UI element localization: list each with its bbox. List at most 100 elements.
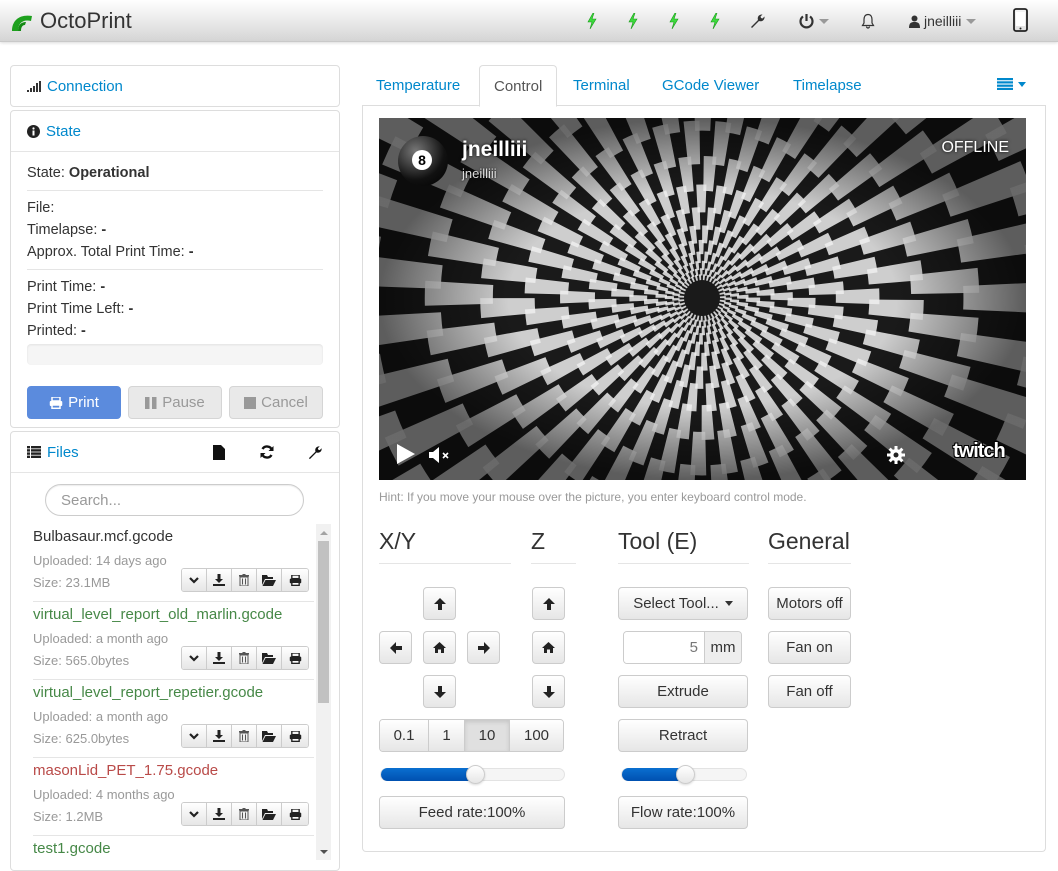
tab-control[interactable]: Control	[479, 65, 558, 107]
select-tool-dropdown[interactable]: Select Tool...	[618, 587, 748, 620]
distance-10-button[interactable]: 10	[465, 720, 510, 751]
retract-button[interactable]: Retract	[618, 719, 748, 752]
jog-z-minus-button[interactable]	[532, 675, 565, 708]
play-icon[interactable]	[397, 444, 415, 464]
jog-x-minus-button[interactable]	[379, 631, 412, 664]
z-heading: Z	[531, 528, 576, 564]
home-xy-button[interactable]	[423, 631, 456, 664]
scroll-down-arrow-icon[interactable]	[320, 850, 328, 854]
folder-open-icon[interactable]	[257, 725, 282, 747]
distance-1-button[interactable]: 1	[429, 720, 465, 751]
fan-off-button[interactable]: Fan off	[768, 675, 851, 708]
feed-rate-slider[interactable]	[380, 765, 565, 784]
flow-rate-button[interactable]: Flow rate:100%	[618, 796, 748, 829]
jog-y-plus-button[interactable]	[423, 587, 456, 620]
download-icon[interactable]	[207, 647, 232, 669]
power-status-lightning-icon[interactable]	[587, 9, 597, 33]
files-panel: Files Bulbasaur.mcf.gcode Uploaded: 14 d…	[10, 431, 340, 871]
feed-rate-slider-handle[interactable]	[466, 765, 485, 784]
new-file-icon[interactable]	[195, 444, 243, 460]
jog-z-plus-button[interactable]	[532, 587, 565, 620]
arrow-up-icon	[542, 597, 555, 610]
print-icon[interactable]	[282, 803, 308, 825]
cancel-button[interactable]: Cancel	[229, 386, 323, 419]
refresh-icon[interactable]	[243, 445, 291, 459]
power-status-lightning-icon[interactable]	[710, 9, 720, 33]
trash-icon[interactable]	[232, 569, 257, 591]
chevron-down-icon[interactable]	[182, 647, 207, 669]
file-name[interactable]: test1.gcode	[33, 840, 111, 857]
print-icon[interactable]	[282, 647, 308, 669]
extrude-button[interactable]: Extrude	[618, 675, 748, 708]
jog-y-minus-button[interactable]	[423, 675, 456, 708]
channel-subtitle: jneilliii	[462, 166, 497, 181]
file-list-item[interactable]: virtual_level_report_old_marlin.gcode Up…	[33, 602, 314, 680]
tab-gcode-viewer[interactable]: GCode Viewer	[648, 65, 773, 106]
file-list-item[interactable]: test1.gcode	[33, 836, 314, 862]
folder-open-icon[interactable]	[257, 803, 282, 825]
power-status-lightning-icon[interactable]	[628, 9, 638, 33]
motors-off-button[interactable]: Motors off	[768, 587, 851, 620]
webcam-stream[interactable]: 8 jneilliii jneilliii OFFLINE twitch	[379, 118, 1026, 480]
tabs-overflow-menu[interactable]	[997, 78, 1026, 90]
download-icon[interactable]	[207, 725, 232, 747]
file-search-input[interactable]	[45, 484, 304, 516]
chevron-down-icon[interactable]	[182, 803, 207, 825]
download-icon[interactable]	[207, 803, 232, 825]
extrude-amount-group: mm	[623, 631, 742, 664]
file-list-item[interactable]: virtual_level_report_repetier.gcode Uplo…	[33, 680, 314, 758]
state-header[interactable]: State	[11, 111, 339, 151]
wrench-icon[interactable]	[291, 445, 339, 460]
flow-rate-slider[interactable]	[621, 765, 747, 784]
fan-on-button[interactable]: Fan on	[768, 631, 851, 664]
settings-wrench-icon[interactable]	[750, 9, 766, 33]
approx-time-label: Approx. Total Print Time:	[27, 244, 185, 260]
distance-0-1-button[interactable]: 0.1	[380, 720, 429, 751]
file-list-item[interactable]: Bulbasaur.mcf.gcode Uploaded: 14 days ag…	[33, 524, 314, 602]
mute-icon[interactable]	[429, 446, 451, 464]
system-menu[interactable]	[799, 9, 829, 33]
notifications-bell-icon[interactable]	[861, 9, 875, 33]
print-icon[interactable]	[282, 569, 308, 591]
trash-icon[interactable]	[232, 803, 257, 825]
user-menu[interactable]: jneilliii	[909, 9, 977, 33]
tab-terminal[interactable]: Terminal	[559, 65, 644, 106]
file-name[interactable]: virtual_level_report_old_marlin.gcode	[33, 606, 282, 623]
gear-icon[interactable]	[887, 446, 905, 464]
extrude-amount-input[interactable]	[624, 632, 704, 663]
twitch-logo[interactable]: twitch	[953, 440, 1006, 463]
trash-icon[interactable]	[232, 647, 257, 669]
tab-timelapse[interactable]: Timelapse	[779, 65, 876, 106]
scroll-up-arrow-icon[interactable]	[320, 531, 328, 535]
file-size: Size: 565.0bytes	[33, 653, 130, 668]
channel-name[interactable]: jneilliii	[462, 138, 527, 162]
connection-header[interactable]: Connection	[11, 66, 339, 106]
jog-x-plus-button[interactable]	[467, 631, 500, 664]
feed-rate-button[interactable]: Feed rate:100%	[379, 796, 565, 829]
file-name[interactable]: masonLid_PET_1.75.gcode	[33, 762, 218, 779]
file-list-scrollbar[interactable]	[316, 524, 331, 860]
channel-avatar[interactable]: 8	[398, 136, 448, 186]
flow-rate-slider-handle[interactable]	[676, 765, 695, 784]
tab-temperature[interactable]: Temperature	[362, 65, 474, 106]
file-list-item[interactable]: masonLid_PET_1.75.gcode Uploaded: 4 mont…	[33, 758, 314, 836]
chevron-down-icon[interactable]	[182, 725, 207, 747]
home-icon	[433, 642, 446, 653]
chevron-down-icon[interactable]	[182, 569, 207, 591]
file-size: Size: 625.0bytes	[33, 731, 130, 746]
file-name[interactable]: Bulbasaur.mcf.gcode	[33, 528, 173, 545]
distance-100-button[interactable]: 100	[510, 720, 563, 751]
folder-open-icon[interactable]	[257, 647, 282, 669]
folder-open-icon[interactable]	[257, 569, 282, 591]
print-icon[interactable]	[282, 725, 308, 747]
trash-icon[interactable]	[232, 725, 257, 747]
print-button[interactable]: Print	[27, 386, 121, 419]
brand[interactable]: OctoPrint	[10, 7, 132, 35]
mobile-phone-icon[interactable]	[1013, 8, 1028, 32]
file-name[interactable]: virtual_level_report_repetier.gcode	[33, 684, 263, 701]
power-status-lightning-icon[interactable]	[669, 9, 679, 33]
download-icon[interactable]	[207, 569, 232, 591]
scrollbar-thumb[interactable]	[318, 541, 329, 703]
home-z-button[interactable]	[532, 631, 565, 664]
pause-button[interactable]: Pause	[128, 386, 222, 419]
